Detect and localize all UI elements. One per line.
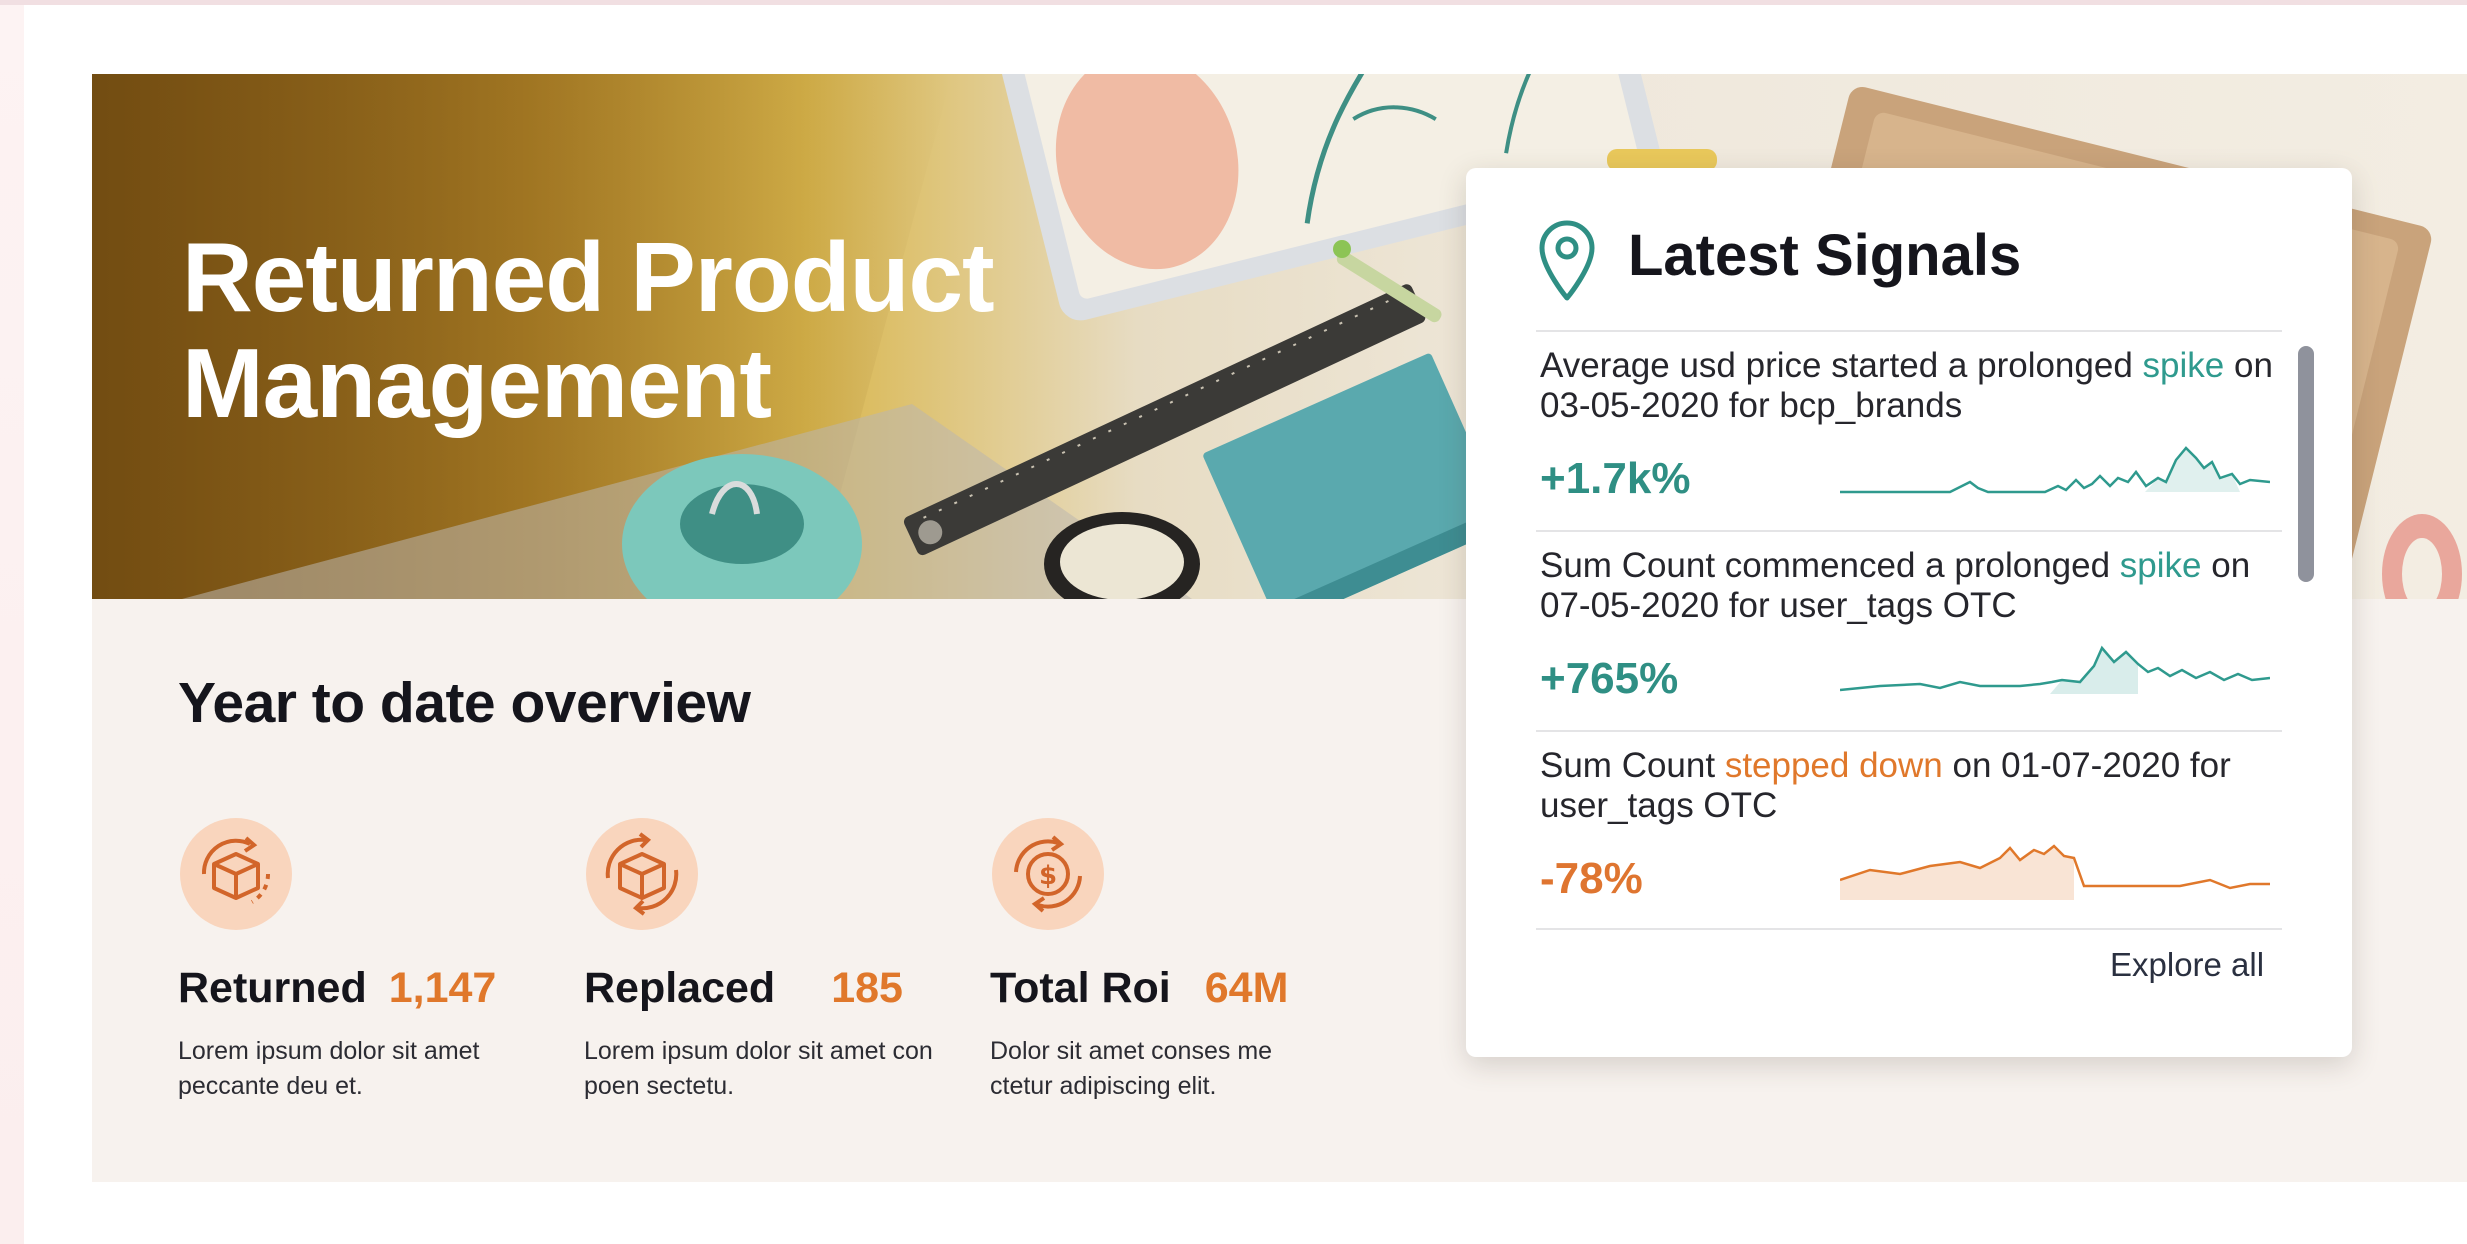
metric-label: Total Roi: [990, 964, 1171, 1012]
metric-description: Dolor sit amet conses me ctetur adipisci…: [990, 1037, 1273, 1100]
explore-all-link[interactable]: Explore all: [2110, 946, 2264, 984]
divider: [1536, 730, 2282, 732]
divider: [1536, 928, 2282, 930]
signal-change: +765%: [1540, 654, 1679, 703]
box-return-icon: [180, 818, 292, 930]
metric-description: Lorem ipsum dolor sit amet con poen sect…: [584, 1037, 933, 1100]
metric-value: 64M: [1204, 964, 1289, 1012]
divider: [1536, 330, 2282, 332]
signal-description: Sum Count commenced a prolonged spike on…: [1540, 546, 2251, 625]
dollar-cycle-icon: $: [992, 818, 1104, 930]
metric-value: 185: [831, 964, 903, 1012]
page-title: Returned Product Management: [182, 222, 995, 438]
overview-heading: Year to date overview: [178, 671, 751, 735]
signal-sparkline: [1840, 645, 2270, 694]
box-replace-icon: [586, 818, 698, 930]
scrollbar-thumb[interactable]: [2298, 346, 2314, 582]
panel-title: Latest Signals: [1628, 223, 2022, 288]
latest-signals-panel: Latest Signals Average usd price started…: [1466, 168, 2352, 1057]
left-edge: [0, 5, 24, 1244]
signal-keyword: stepped down: [1724, 746, 1943, 785]
metric-description: Lorem ipsum dolor sit amet peccante deu …: [178, 1037, 480, 1100]
location-pin-icon: [1539, 220, 1595, 301]
metric-label: Replaced: [584, 964, 776, 1012]
signal-sparkline: [1840, 844, 2270, 900]
signal-sparkline: [1840, 446, 2270, 494]
signal-keyword: spike: [2119, 546, 2202, 585]
signal-description: Sum Count stepped down on 01-07-2020 for…: [1540, 746, 2231, 825]
top-rule: [0, 0, 2467, 5]
signal-item[interactable]: Sum Count stepped down on 01-07-2020 for…: [1540, 746, 2284, 903]
signal-description: Average usd price started a prolonged sp…: [1540, 346, 2273, 425]
signal-item[interactable]: Average usd price started a prolonged sp…: [1540, 346, 2284, 503]
signal-change: -78%: [1540, 854, 1643, 903]
metric-label: Returned: [178, 964, 367, 1012]
svg-text:$: $: [1039, 861, 1057, 891]
signal-keyword: spike: [2142, 346, 2225, 385]
signal-change: +1.7k%: [1540, 454, 1691, 503]
signal-item[interactable]: Sum Count commenced a prolonged spike on…: [1540, 546, 2284, 703]
metric-value: 1,147: [388, 964, 497, 1012]
divider: [1536, 530, 2282, 532]
